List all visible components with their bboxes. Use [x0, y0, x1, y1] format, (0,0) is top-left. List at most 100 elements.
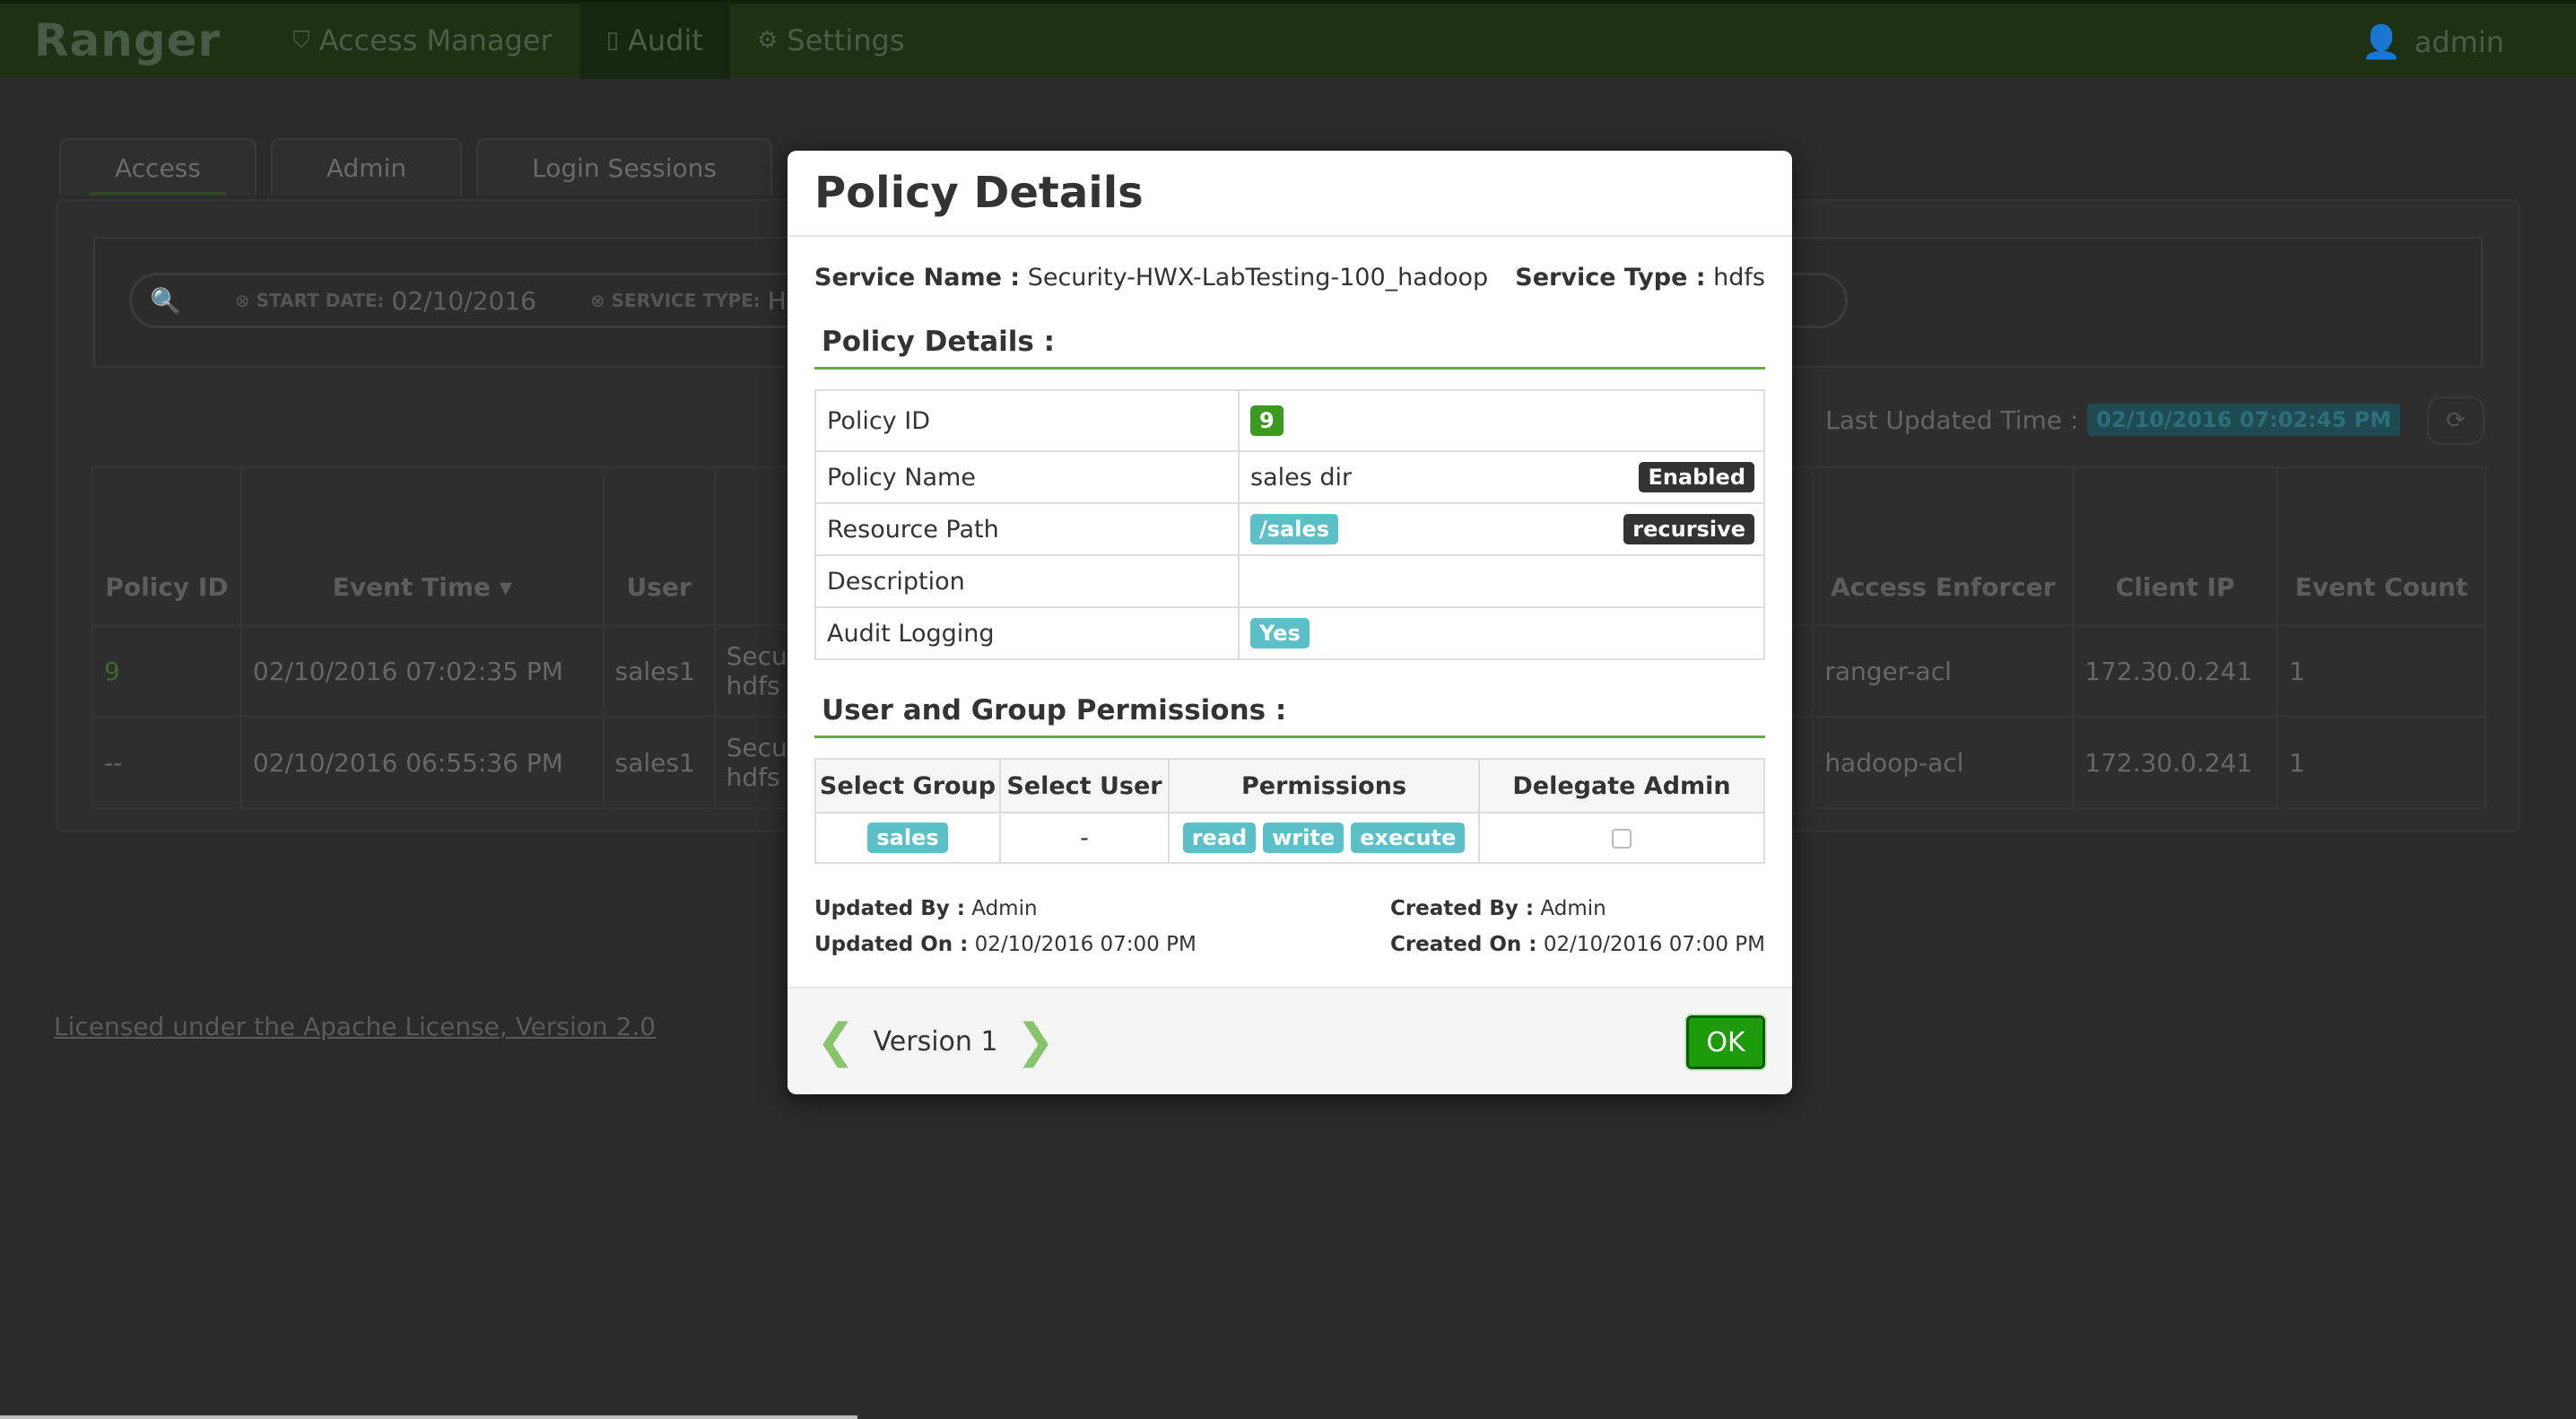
delegate-admin-checkbox[interactable] [1612, 829, 1632, 849]
col-event-count[interactable]: Event Count [2276, 466, 2486, 626]
cell-enforcer: hadoop-acl [1812, 716, 2075, 809]
cell-event-time: 02/10/2016 06:55:36 PM [239, 716, 605, 809]
filter-service-type-label: ⊗ SERVICE TYPE: [589, 290, 761, 311]
remove-filter-icon[interactable]: ⊗ [590, 290, 605, 311]
next-version-icon[interactable]: ❯ [1016, 1014, 1056, 1068]
permission-badge: read [1182, 823, 1257, 853]
service-info: Service Name : Security-HWX-LabTesting-1… [814, 264, 1765, 292]
table-row: sales - read write execute [814, 812, 1765, 864]
refresh-icon: ⟳ [2446, 407, 2466, 434]
cell-count: 1 [2276, 624, 2486, 718]
cell-ip: 172.30.0.241 [2072, 716, 2279, 809]
policy-details-modal: Policy Details Service Name : Security-H… [788, 151, 1792, 1094]
cell-user: sales1 [602, 716, 716, 809]
refresh-button[interactable]: ⟳ [2427, 396, 2485, 445]
search-icon: 🔍 [150, 285, 181, 316]
tab-admin[interactable]: Admin [270, 138, 463, 196]
cell-user: - [999, 812, 1170, 864]
cell-delegate-admin [1478, 812, 1765, 864]
service-name: Service Name : Security-HWX-LabTesting-1… [814, 264, 1489, 292]
top-navbar: Ranger ⛉ Access Manager ▯ Audit ⚙ Settin… [0, 0, 2576, 79]
col-policy-id[interactable]: Policy ID [91, 466, 242, 626]
updated-info: Updated By : Admin Updated On : 02/10/20… [814, 897, 1197, 956]
user-icon: 👤 [2361, 24, 2402, 61]
detail-row: Description [814, 554, 1765, 608]
audit-tabs: Access Admin Login Sessions [59, 138, 787, 196]
col-permissions: Permissions [1168, 758, 1480, 814]
modal-header: Policy Details [788, 151, 1792, 237]
nav-access-manager[interactable]: ⛉ Access Manager [265, 2, 579, 79]
created-info: Created By : Admin Created On : 02/10/20… [1389, 897, 1765, 956]
detail-key: Policy ID [814, 389, 1240, 452]
col-client-ip[interactable]: Client IP [2072, 466, 2279, 626]
cell-policy-id: -- [91, 716, 242, 809]
section-policy-details: Policy Details : [814, 326, 1765, 370]
recursive-badge: recursive [1623, 514, 1754, 544]
col-select-user: Select User [999, 758, 1170, 814]
detail-row: Policy Name sales dir Enabled [814, 450, 1765, 504]
page-progress-bar [0, 1415, 857, 1419]
remove-filter-icon[interactable]: ⊗ [235, 290, 250, 311]
license-link[interactable]: Licensed under the Apache License, Versi… [54, 1012, 656, 1041]
detail-value: sales dir Enabled [1238, 450, 1765, 504]
nav-label: Settings [787, 23, 905, 57]
detail-row: Resource Path /sales recursive [814, 502, 1765, 556]
permissions-table: Select Group Select User Permissions Del… [814, 758, 1765, 864]
nav-label: Audit [628, 23, 703, 57]
detail-key: Policy Name [814, 450, 1240, 504]
col-select-group: Select Group [814, 758, 1001, 814]
nav-settings[interactable]: ⚙ Settings [730, 2, 932, 79]
modal-footer: ❮ Version 1 ❯ OK [788, 987, 1792, 1094]
tab-login-sessions[interactable]: Login Sessions [476, 138, 772, 196]
nav-audit[interactable]: ▯ Audit [579, 2, 730, 79]
cell-count: 1 [2276, 716, 2486, 809]
nav-label: Access Manager [318, 23, 553, 57]
last-updated: Last Updated Time : 02/10/2016 07:02:45 … [1825, 404, 2400, 436]
last-updated-value: 02/10/2016 07:02:45 PM [2087, 404, 2400, 436]
brand-logo[interactable]: Ranger [34, 14, 221, 66]
ok-button[interactable]: OK [1686, 1015, 1765, 1069]
cell-enforcer: ranger-acl [1812, 624, 2075, 718]
cell-user: sales1 [602, 624, 716, 718]
section-permissions: User and Group Permissions : [814, 694, 1765, 738]
detail-key: Description [814, 554, 1240, 608]
gear-icon: ⚙ [756, 27, 779, 54]
col-event-time[interactable]: Event Time ▾ [239, 466, 605, 626]
col-user[interactable]: User [602, 466, 716, 626]
filter-start-date-value: 02/10/2016 [391, 285, 536, 316]
col-access-enforcer[interactable]: Access Enforcer [1812, 466, 2075, 626]
resource-path-badge: /sales [1250, 514, 1339, 544]
col-delegate-admin: Delegate Admin [1478, 758, 1765, 814]
modal-title: Policy Details [814, 168, 1144, 218]
version-label: Version 1 [873, 1025, 998, 1058]
permission-badge: write [1263, 823, 1345, 853]
cell-group: sales [814, 812, 1001, 864]
user-menu[interactable]: 👤 admin [2362, 4, 2504, 81]
sort-desc-icon: ▾ [499, 571, 512, 602]
detail-row: Policy ID 9 [814, 389, 1765, 452]
cell-permissions: read write execute [1168, 812, 1480, 864]
detail-row: Audit Logging Yes [814, 606, 1765, 660]
created-on: 02/10/2016 07:00 PM [1543, 933, 1765, 956]
detail-key: Resource Path [814, 502, 1240, 556]
tab-access[interactable]: Access [59, 138, 257, 196]
policy-details-table: Policy ID 9 Policy Name sales dir Enabled… [814, 389, 1765, 660]
service-type: Service Type : hdfs [1515, 264, 1765, 292]
cell-ip: 172.30.0.241 [2072, 624, 2279, 718]
created-by: Admin [1540, 897, 1606, 920]
audit-meta: Updated By : Admin Updated On : 02/10/20… [814, 891, 1765, 962]
prev-version-icon[interactable]: ❮ [816, 1014, 856, 1068]
modal-body: Service Name : Security-HWX-LabTesting-1… [788, 237, 1792, 962]
cell-policy-id[interactable]: 9 [91, 624, 242, 718]
detail-value: 9 [1238, 389, 1765, 452]
detail-value: /sales recursive [1238, 502, 1765, 556]
user-name: admin [2414, 25, 2504, 59]
policy-id-badge: 9 [1250, 405, 1284, 436]
filter-start-date-label: ⊗ START DATE: [234, 290, 385, 311]
last-updated-label: Last Updated Time : [1825, 405, 2079, 435]
group-badge: sales [867, 823, 948, 853]
shield-icon: ⛉ [292, 26, 310, 54]
permission-badge: execute [1351, 823, 1466, 853]
audit-logging-badge: Yes [1250, 618, 1310, 649]
updated-on: 02/10/2016 07:00 PM [974, 933, 1197, 956]
